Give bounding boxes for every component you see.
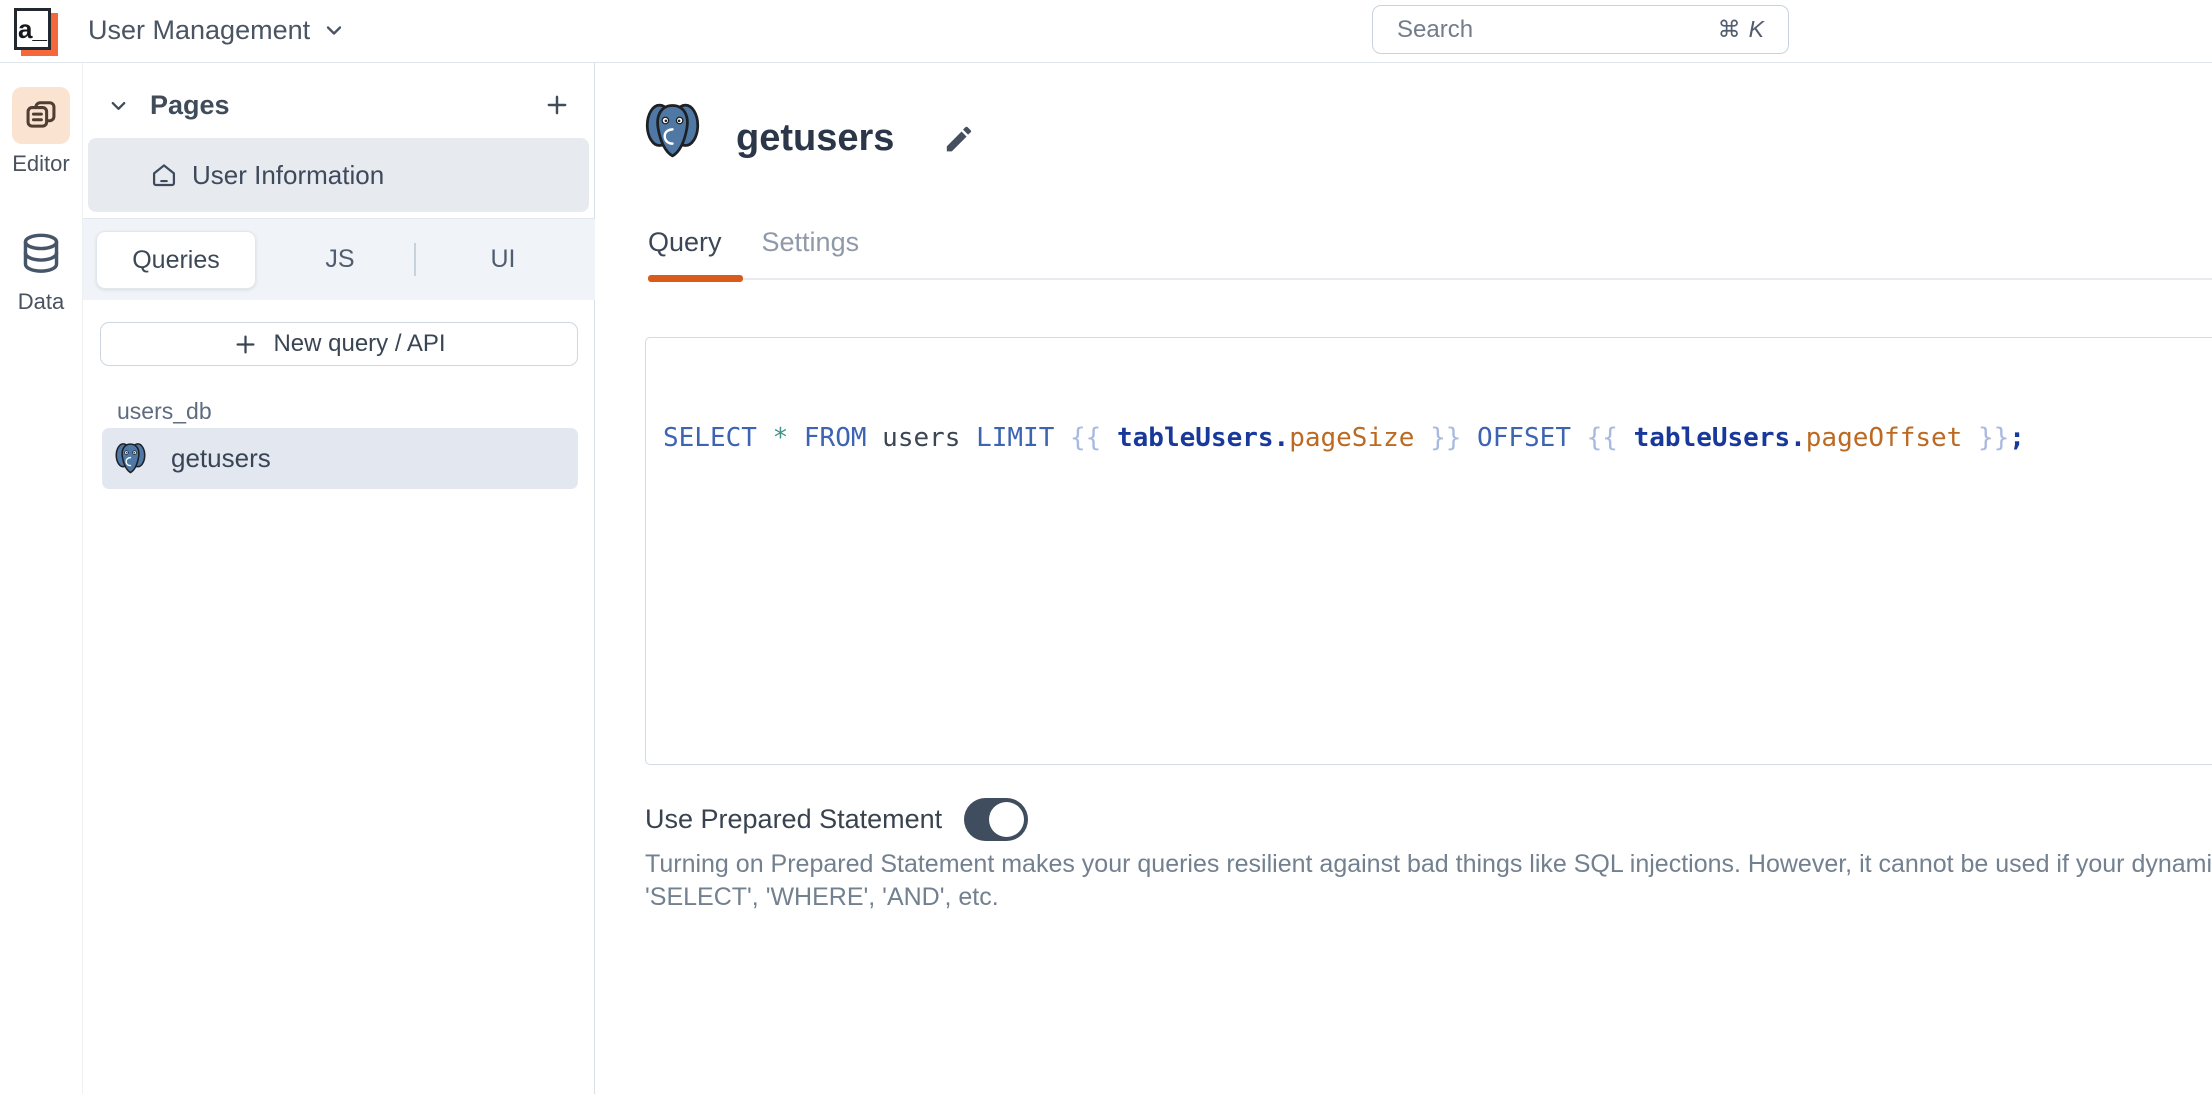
tab-js[interactable]: JS	[280, 219, 400, 300]
postgresql-icon	[115, 442, 146, 475]
query-item-label: getusers	[171, 443, 271, 473]
toggle-knob	[989, 802, 1025, 837]
data-tile	[12, 225, 70, 282]
pages-title: Pages	[150, 89, 230, 120]
rail-label-data: Data	[17, 289, 65, 314]
editor-tile	[12, 87, 70, 144]
new-query-label: New query / API	[273, 330, 446, 357]
left-rail: Editor Data	[0, 62, 83, 1094]
query-title: getusers	[736, 117, 895, 159]
tabs-divider	[648, 278, 2212, 280]
explorer-tabs: Queries JS UI	[83, 219, 595, 300]
postgresql-icon	[645, 101, 700, 161]
main-content: getusers Query Settings SELECT * FROM us…	[596, 62, 2212, 1094]
rename-query-button[interactable]	[938, 120, 978, 160]
database-icon	[23, 233, 59, 273]
plus-icon	[236, 335, 255, 353]
tab-settings[interactable]: Settings	[762, 225, 860, 259]
tab-queries-label: Queries	[132, 245, 220, 274]
tab-query[interactable]: Query	[648, 225, 722, 259]
query-tabs: Query Settings	[648, 225, 859, 259]
rail-item-editor[interactable]: Editor	[0, 62, 82, 177]
app-title-text: User Management	[88, 14, 311, 45]
sql-code-line: SELECT * FROM users LIMIT {{ tableUsers.…	[663, 423, 2025, 453]
command-key-icon: ⌘	[1717, 16, 1741, 42]
description-line-2: 'SELECT', 'WHERE', 'AND', etc.	[645, 883, 999, 911]
app-window: a_ User Management Search ⌘ K Editor Dat…	[0, 0, 2212, 1094]
tab-separator	[414, 243, 416, 276]
prepared-statement-label: Use Prepared Statement	[645, 804, 943, 834]
tab-js-label: JS	[325, 245, 355, 273]
explorer-panel: Pages User Information Queries JS UI New…	[83, 62, 595, 1094]
top-bar: a_ User Management Search ⌘ K	[0, 0, 2212, 63]
rail-label-editor: Editor	[12, 151, 70, 176]
active-tab-indicator	[648, 275, 743, 282]
pages-header: Pages	[83, 76, 595, 134]
prepared-statement-toggle[interactable]	[964, 798, 1029, 841]
new-query-button[interactable]: New query / API	[100, 322, 578, 366]
query-item-getusers[interactable]: getusers	[102, 428, 578, 489]
chevron-down-icon	[326, 26, 342, 35]
search-placeholder: Search	[1397, 15, 1474, 43]
pages-stack-icon	[26, 100, 56, 128]
search-shortcut: ⌘ K	[1718, 16, 1764, 43]
rail-item-data[interactable]: Data	[0, 177, 82, 315]
logo-icon: a_	[14, 8, 51, 50]
app-logo[interactable]: a_	[14, 8, 60, 56]
tab-ui[interactable]: UI	[433, 219, 573, 300]
search-input[interactable]: Search ⌘ K	[1372, 5, 1789, 54]
description-line-1: Turning on Prepared Statement makes your…	[645, 850, 2212, 878]
prepared-statement-description: Turning on Prepared Statement makes your…	[645, 848, 2212, 914]
sql-editor[interactable]: SELECT * FROM users LIMIT {{ tableUsers.…	[645, 337, 2212, 765]
pages-collapse-chevron-icon[interactable]	[107, 94, 130, 117]
datasource-group-label: users_db	[117, 398, 212, 424]
tab-ui-label: UI	[490, 245, 516, 273]
add-page-icon[interactable]	[543, 91, 571, 119]
prepared-statement-row: Use Prepared Statement	[645, 798, 1029, 841]
shortcut-key-label: K	[1748, 16, 1764, 42]
tab-queries[interactable]: Queries	[96, 231, 256, 289]
page-label: User Information	[192, 159, 385, 190]
app-title-dropdown[interactable]: User Management	[88, 0, 346, 60]
sidebar-item-user-information[interactable]: User Information	[88, 138, 589, 212]
pencil-icon	[946, 126, 972, 152]
home-icon	[152, 164, 176, 187]
